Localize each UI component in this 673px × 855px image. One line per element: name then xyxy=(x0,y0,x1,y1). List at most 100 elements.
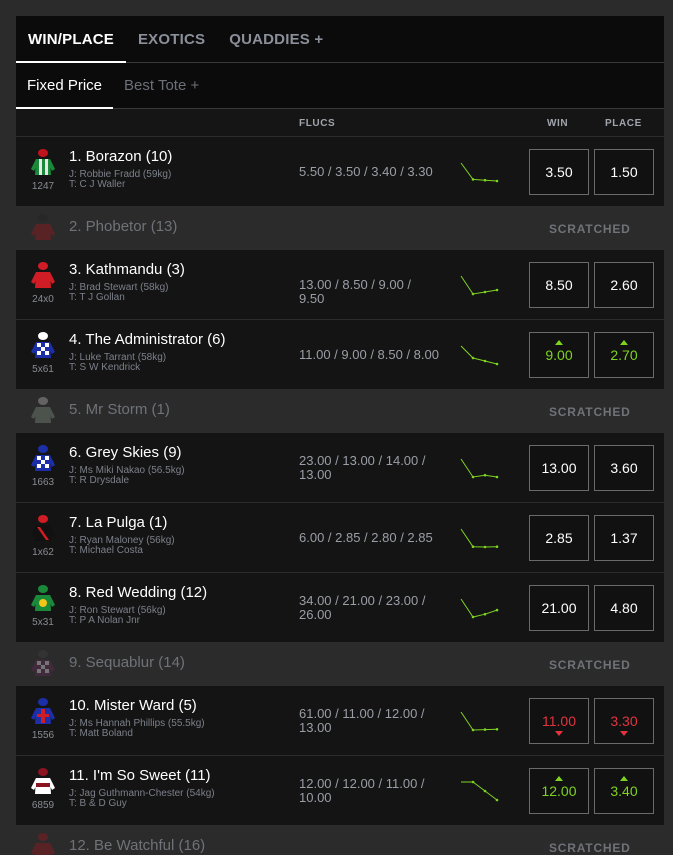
win-price-button[interactable]: 8.50 xyxy=(529,262,589,308)
flucs-sparkline xyxy=(458,596,500,620)
runner-name: 9. Sequablur (14) xyxy=(69,654,185,671)
runner-row: 6. Grey Skies (9) 1663 J: Ms Miki Nakao (5… xyxy=(16,433,664,503)
place-price: 1.50 xyxy=(610,164,638,180)
jockey-silk-icon xyxy=(30,214,56,242)
tab-quaddies[interactable]: QUADDIES + xyxy=(217,16,335,62)
flucs-sparkline xyxy=(458,456,500,480)
runner-name: 7. La Pulga (1) xyxy=(69,514,168,531)
flucs-text: 13.00 / 8.50 / 9.00 / 9.50 xyxy=(299,277,412,306)
flucs-column-label: FLUCS xyxy=(299,118,336,129)
tab-fixed-price[interactable]: Fixed Price xyxy=(16,63,114,109)
place-price-button[interactable]: 2.60 xyxy=(594,262,654,308)
jockey-silk-icon xyxy=(30,149,56,177)
runner-row-scratched: 5. Mr Storm (1) SCRATCHED xyxy=(16,390,664,433)
runner-name: 1. Borazon (10) xyxy=(69,148,173,165)
flucs-sparkline xyxy=(458,343,500,367)
place-price: 2.60 xyxy=(610,277,638,293)
flucs-text: 23.00 / 13.00 / 14.00 / 13.00 xyxy=(299,453,426,482)
flucs-sparkline xyxy=(458,273,500,297)
jockey-silk-icon xyxy=(30,262,56,290)
scratched-label: SCRATCHED xyxy=(549,405,631,419)
trainer-name: T: S W Kendrick xyxy=(69,362,141,373)
place-price-button[interactable]: 4.80 xyxy=(594,585,654,631)
price-up-icon xyxy=(620,776,628,781)
win-price-button[interactable]: 9.00 xyxy=(529,332,589,378)
trainer-name: T: T J Gollan xyxy=(69,292,125,303)
win-price-button[interactable]: 12.00 xyxy=(529,768,589,814)
runner-row: 7. La Pulga (1) 1x62 J: Ryan Maloney (56kg… xyxy=(16,503,664,573)
runner-row: 11. I'm So Sweet (11) 6859 J: Jag Guthmann… xyxy=(16,756,664,826)
place-price-button[interactable]: 2.70 xyxy=(594,332,654,378)
place-price-button[interactable]: 3.40 xyxy=(594,768,654,814)
price-down-icon xyxy=(555,731,563,736)
runner-form: 1663 xyxy=(31,477,55,488)
runner-row: 4. The Administrator (6) 5x61 J: Luke Tarr… xyxy=(16,320,664,390)
runner-row-scratched: 9. Sequablur (14) SCRATCHED xyxy=(16,643,664,686)
jockey-silk-icon xyxy=(30,332,56,360)
win-price: 2.85 xyxy=(545,530,573,546)
flucs-text: 6.00 / 2.85 / 2.80 / 2.85 xyxy=(299,530,433,545)
column-header: FLUCS WIN PLACE xyxy=(16,109,664,137)
bet-type-tabs: WIN/PLACE EXOTICS QUADDIES + xyxy=(16,16,664,63)
win-price: 12.00 xyxy=(541,783,577,799)
place-price-button[interactable]: 3.60 xyxy=(594,445,654,491)
place-price: 2.70 xyxy=(610,347,638,363)
runner-list: 1. Borazon (10) 1247 J: Robbie Fradd (59kg… xyxy=(16,137,664,855)
runner-form: 1556 xyxy=(31,730,55,741)
place-price-button[interactable]: 3.30 xyxy=(594,698,654,744)
flucs-text: 5.50 / 3.50 / 3.40 / 3.30 xyxy=(299,164,433,179)
jockey-silk-icon xyxy=(30,445,56,473)
tab-best-tote[interactable]: Best Tote + xyxy=(113,63,210,108)
flucs-sparkline xyxy=(458,779,500,803)
trainer-name: T: Michael Costa xyxy=(69,545,143,556)
betting-panel: WIN/PLACE EXOTICS QUADDIES + Fixed Price… xyxy=(16,16,664,855)
runner-form: 6859 xyxy=(31,800,55,811)
flucs-text: 12.00 / 12.00 / 11.00 / 10.00 xyxy=(299,776,425,805)
place-price-button[interactable]: 1.50 xyxy=(594,149,654,195)
trainer-name: T: Matt Boland xyxy=(69,728,133,739)
runner-form: 5x31 xyxy=(32,617,54,628)
runner-name: 4. The Administrator (6) xyxy=(69,331,226,348)
flucs-sparkline xyxy=(458,709,500,733)
runner-name: 6. Grey Skies (9) xyxy=(69,444,182,461)
jockey-silk-icon xyxy=(30,768,56,796)
runner-name: 8. Red Wedding (12) xyxy=(69,584,208,601)
place-price: 3.30 xyxy=(610,713,638,729)
place-price: 1.37 xyxy=(610,530,638,546)
win-price: 11.00 xyxy=(542,713,576,729)
tab-exotics[interactable]: EXOTICS xyxy=(126,16,217,62)
runner-row: 8. Red Wedding (12) 5x31 J: Ron Stewart (5… xyxy=(16,573,664,643)
scratched-label: SCRATCHED xyxy=(549,658,631,672)
win-price-button[interactable]: 3.50 xyxy=(529,149,589,195)
runner-name: 10. Mister Ward (5) xyxy=(69,697,197,714)
win-price-button[interactable]: 21.00 xyxy=(529,585,589,631)
flucs-text: 61.00 / 11.00 / 12.00 / 13.00 xyxy=(299,706,425,735)
place-price-button[interactable]: 1.37 xyxy=(594,515,654,561)
place-price: 3.60 xyxy=(610,460,638,476)
flucs-text: 34.00 / 21.00 / 23.00 / 26.00 xyxy=(299,593,426,622)
price-down-icon xyxy=(620,731,628,736)
trainer-name: T: R Drysdale xyxy=(69,475,130,486)
runner-form: 5x61 xyxy=(32,364,54,375)
scratched-label: SCRATCHED xyxy=(549,841,631,855)
runner-row: 1. Borazon (10) 1247 J: Robbie Fradd (59kg… xyxy=(16,137,664,207)
win-price-button[interactable]: 11.00 xyxy=(529,698,589,744)
runner-name: 2. Phobetor (13) xyxy=(69,218,178,235)
win-price-button[interactable]: 13.00 xyxy=(529,445,589,491)
jockey-silk-icon xyxy=(30,585,56,613)
place-price: 3.40 xyxy=(610,783,638,799)
runner-name: 11. I'm So Sweet (11) xyxy=(69,767,211,784)
jockey-silk-icon xyxy=(30,833,56,855)
win-price: 9.00 xyxy=(545,347,573,363)
win-column-label: WIN xyxy=(547,118,569,129)
scratched-label: SCRATCHED xyxy=(549,222,631,236)
win-price-button[interactable]: 2.85 xyxy=(529,515,589,561)
win-price: 8.50 xyxy=(545,277,573,293)
flucs-sparkline xyxy=(458,526,500,550)
runner-row: 3. Kathmandu (3) 24x0 J: Brad Stewart (58k… xyxy=(16,250,664,320)
tab-win-place[interactable]: WIN/PLACE xyxy=(16,16,126,63)
win-price: 3.50 xyxy=(545,164,573,180)
place-price: 4.80 xyxy=(610,600,638,616)
price-type-tabs: Fixed Price Best Tote + xyxy=(16,63,664,109)
flucs-text: 11.00 / 9.00 / 8.50 / 8.00 xyxy=(299,347,439,362)
